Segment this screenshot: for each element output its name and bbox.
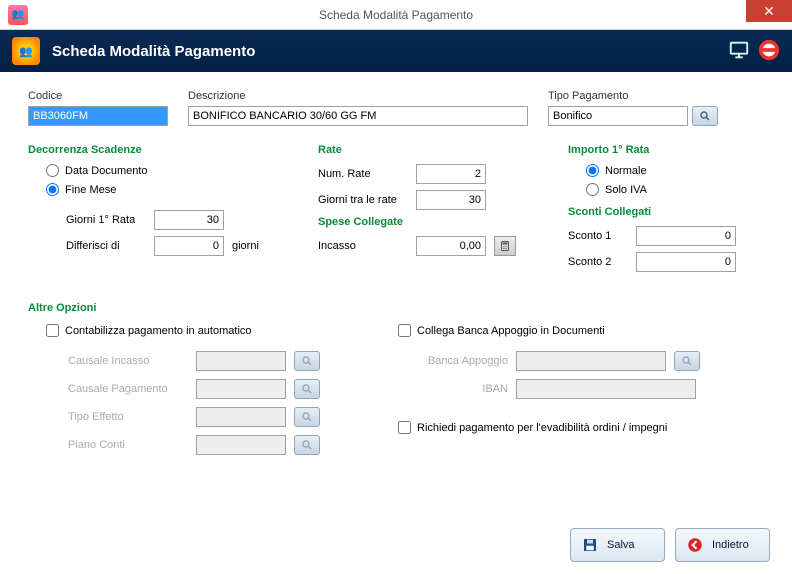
tipo-pagamento-label: Tipo Pagamento bbox=[548, 90, 718, 102]
window-titlebar: 👥 Scheda Modalità Pagamento ✕ bbox=[0, 0, 792, 30]
giorni-tra-rate-input[interactable] bbox=[416, 190, 486, 210]
contabilizza-label: Contabilizza pagamento in automatico bbox=[65, 325, 252, 337]
tipo-effetto-input bbox=[196, 407, 286, 427]
tipo-pagamento-input[interactable] bbox=[548, 106, 688, 126]
giorni-prima-rata-input[interactable] bbox=[154, 210, 224, 230]
page-title: Scheda Modalità Pagamento bbox=[52, 43, 728, 60]
banca-appoggio-search-button[interactable] bbox=[674, 351, 700, 371]
codice-label: Codice bbox=[28, 90, 168, 102]
incasso-label: Incasso bbox=[318, 240, 408, 252]
banca-appoggio-input bbox=[516, 351, 666, 371]
giorni-prima-rata-label: Giorni 1° Rata bbox=[66, 214, 146, 226]
spese-title: Spese Collegate bbox=[318, 216, 538, 228]
window-title: Scheda Modalità Pagamento bbox=[319, 8, 473, 22]
page-header: 👥 Scheda Modalità Pagamento bbox=[0, 30, 792, 72]
sconto2-label: Sconto 2 bbox=[568, 256, 628, 268]
collega-banca-label: Collega Banca Appoggio in Documenti bbox=[417, 325, 605, 337]
sconti-title: Sconti Collegati bbox=[568, 206, 768, 218]
causale-pagamento-label: Causale Pagamento bbox=[68, 383, 188, 395]
normale-label: Normale bbox=[605, 165, 647, 177]
differisci-input[interactable] bbox=[154, 236, 224, 256]
piano-conti-input bbox=[196, 435, 286, 455]
calculator-button[interactable] bbox=[494, 236, 516, 256]
monitor-icon[interactable] bbox=[728, 39, 750, 64]
sconto2-input[interactable] bbox=[636, 252, 736, 272]
num-rate-label: Num. Rate bbox=[318, 168, 408, 180]
salva-button[interactable]: Salva bbox=[570, 528, 665, 562]
solo-iva-radio[interactable] bbox=[586, 183, 599, 196]
help-icon[interactable] bbox=[758, 39, 780, 64]
iban-input bbox=[516, 379, 696, 399]
causale-incasso-input bbox=[196, 351, 286, 371]
importo-title: Importo 1° Rata bbox=[568, 144, 768, 156]
piano-conti-search-button[interactable] bbox=[294, 435, 320, 455]
descrizione-input[interactable] bbox=[188, 106, 528, 126]
richiedi-pagamento-checkbox[interactable] bbox=[398, 421, 411, 434]
rate-title: Rate bbox=[318, 144, 538, 156]
solo-iva-label: Solo IVA bbox=[605, 184, 647, 196]
tipo-effetto-label: Tipo Effetto bbox=[68, 411, 188, 423]
header-icon: 👥 bbox=[12, 37, 40, 65]
normale-radio[interactable] bbox=[586, 164, 599, 177]
decorrenza-title: Decorrenza Scadenze bbox=[28, 144, 288, 156]
tipo-pagamento-search-button[interactable] bbox=[692, 106, 718, 126]
back-icon bbox=[686, 536, 704, 554]
causale-pagamento-input bbox=[196, 379, 286, 399]
codice-input[interactable] bbox=[28, 106, 168, 126]
data-documento-label: Data Documento bbox=[65, 165, 148, 177]
collega-banca-checkbox[interactable] bbox=[398, 324, 411, 337]
causale-pagamento-search-button[interactable] bbox=[294, 379, 320, 399]
sconto1-input[interactable] bbox=[636, 226, 736, 246]
app-icon: 👥 bbox=[8, 5, 28, 25]
richiedi-pagamento-label: Richiedi pagamento per l'evadibilità ord… bbox=[417, 422, 667, 434]
differisci-label: Differisci di bbox=[66, 240, 146, 252]
save-icon bbox=[581, 536, 599, 554]
tipo-effetto-search-button[interactable] bbox=[294, 407, 320, 427]
causale-incasso-label: Causale Incasso bbox=[68, 355, 188, 367]
close-button[interactable]: ✕ bbox=[746, 0, 792, 22]
iban-label: IBAN bbox=[398, 383, 508, 395]
descrizione-label: Descrizione bbox=[188, 90, 528, 102]
data-documento-radio[interactable] bbox=[46, 164, 59, 177]
sconto1-label: Sconto 1 bbox=[568, 230, 628, 242]
indietro-button[interactable]: Indietro bbox=[675, 528, 770, 562]
contabilizza-checkbox[interactable] bbox=[46, 324, 59, 337]
num-rate-input[interactable] bbox=[416, 164, 486, 184]
giorni-suffix: giorni bbox=[232, 240, 259, 252]
indietro-label: Indietro bbox=[712, 539, 749, 551]
salva-label: Salva bbox=[607, 539, 635, 551]
banca-appoggio-label: Banca Appoggio bbox=[398, 355, 508, 367]
fine-mese-radio[interactable] bbox=[46, 183, 59, 196]
fine-mese-label: Fine Mese bbox=[65, 184, 116, 196]
giorni-tra-rate-label: Giorni tra le rate bbox=[318, 194, 408, 206]
incasso-input[interactable] bbox=[416, 236, 486, 256]
piano-conti-label: Piano Conti bbox=[68, 439, 188, 451]
causale-incasso-search-button[interactable] bbox=[294, 351, 320, 371]
altre-opzioni-title: Altre Opzioni bbox=[28, 302, 764, 314]
